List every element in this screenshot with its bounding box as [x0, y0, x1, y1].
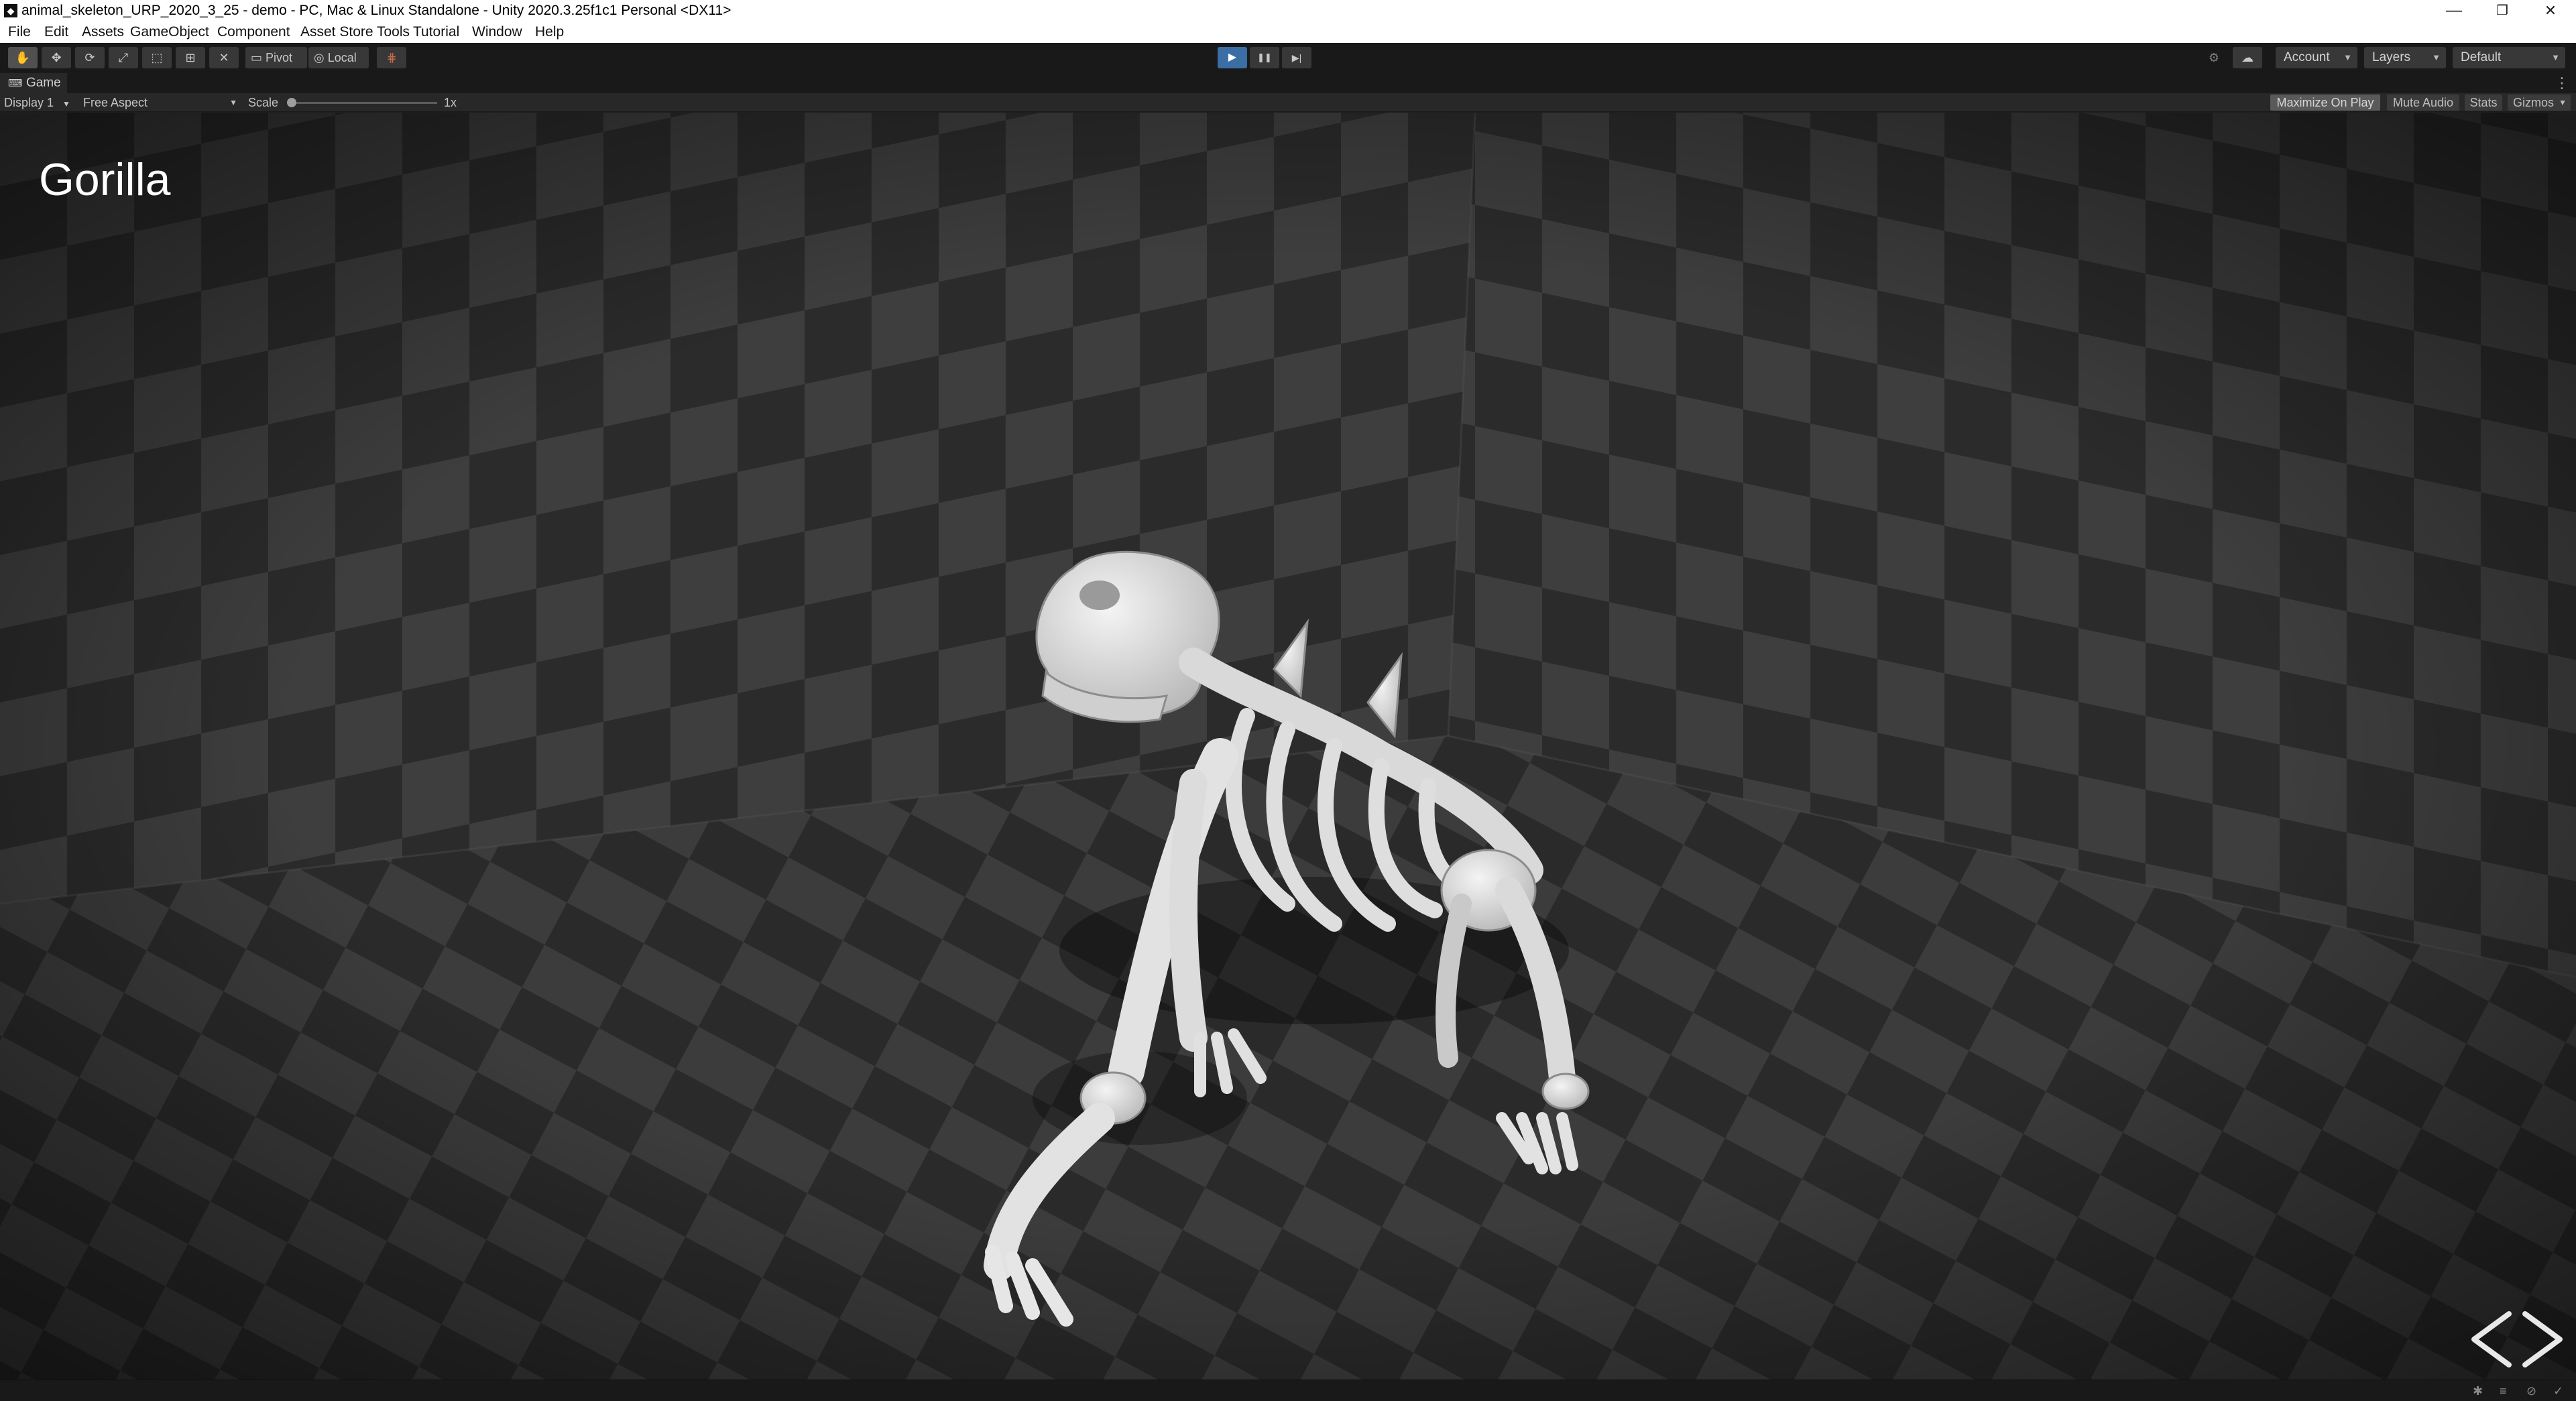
unity-app-icon: ◆ — [4, 4, 17, 17]
window-title-bar: ◆ animal_skeleton_URP_2020_3_25 - demo -… — [0, 0, 2576, 21]
scale-slider-track[interactable] — [290, 102, 437, 104]
step-button[interactable]: ▶| — [1282, 47, 1311, 68]
scale-label: Scale — [248, 96, 279, 109]
display-dropdown[interactable]: Display 1 ▼ — [4, 95, 78, 111]
layers-dropdown[interactable]: Layers ▼ — [2364, 47, 2446, 68]
pivot-icon: ▭ — [251, 51, 263, 64]
aspect-dropdown[interactable]: Free Aspect ▼ — [83, 95, 237, 111]
bug-icon[interactable]: ✱ — [2473, 1384, 2486, 1398]
menu-edit[interactable]: Edit — [44, 24, 68, 40]
mute-audio-toggle[interactable]: Mute Audio — [2387, 95, 2459, 111]
play-button[interactable]: ▶ — [1218, 47, 1247, 68]
chevron-down-icon: ▼ — [229, 98, 237, 107]
gizmos-label: Gizmos — [2513, 96, 2555, 109]
layout-dropdown[interactable]: Default ▼ — [2453, 47, 2565, 68]
stats-toggle[interactable]: Stats — [2465, 95, 2502, 111]
chevron-down-icon: ▼ — [2432, 52, 2441, 62]
main-toolbar: ✋ ✥ ⟳ ⤢ ⬚ ⊞ ✕ ▭ Pivot ◎ Local ⋕ ▶ ❚❚ ▶| … — [0, 43, 2576, 72]
minimize-button[interactable]: — — [2434, 0, 2474, 21]
collab-icon[interactable]: ⚙ — [2199, 47, 2229, 68]
window-title: animal_skeleton_URP_2020_3_25 - demo - P… — [21, 3, 731, 18]
aspect-label: Free Aspect — [83, 96, 148, 109]
tab-game-label: Game — [25, 76, 61, 90]
close-button[interactable]: ✕ — [2530, 0, 2571, 21]
game-controller-icon: ⌨ — [8, 78, 23, 89]
rotate-tool-icon[interactable]: ⟳ — [75, 47, 105, 68]
local-icon: ◎ — [314, 51, 325, 64]
grid-snap-icon[interactable]: ⋕ — [377, 47, 406, 68]
scale-slider-thumb[interactable] — [287, 98, 296, 107]
menu-help[interactable]: Help — [535, 24, 564, 40]
local-toggle[interactable]: ◎ Local — [308, 47, 369, 68]
pause-button[interactable]: ❚❚ — [1250, 47, 1279, 68]
tab-game[interactable]: ⌨ Game — [0, 73, 67, 93]
gizmos-dropdown[interactable]: Gizmos ▼ — [2508, 95, 2571, 111]
game-viewport[interactable]: Gorilla — [0, 113, 2576, 1380]
tab-menu-icon[interactable]: ⋮ — [2555, 73, 2569, 93]
account-dropdown[interactable]: Account ▼ — [2276, 47, 2357, 68]
transform-tool-icon[interactable]: ⊞ — [176, 47, 205, 68]
rect-tool-icon[interactable]: ⬚ — [142, 47, 172, 68]
scene-render — [0, 113, 2576, 1380]
pivot-toggle[interactable]: ▭ Pivot — [245, 47, 307, 68]
menu-gameobject[interactable]: GameObject — [130, 24, 209, 40]
menu-file[interactable]: File — [8, 24, 31, 40]
custom-tool-icon[interactable]: ✕ — [209, 47, 239, 68]
animal-name-title: Gorilla — [39, 154, 171, 205]
local-label: Local — [327, 51, 357, 64]
check-icon[interactable]: ✓ — [2553, 1384, 2567, 1398]
game-view-toolbar: Display 1 ▼ Free Aspect ▼ Scale 1x Maxim… — [0, 93, 2576, 112]
chevron-down-icon: ▼ — [2559, 98, 2567, 107]
chevron-down-icon: ▼ — [2551, 52, 2560, 62]
cloud-icon[interactable]: ☁ — [2233, 47, 2262, 68]
scale-tool-icon[interactable]: ⤢ — [109, 47, 138, 68]
hand-tool-icon[interactable]: ✋ — [8, 47, 38, 68]
menu-component[interactable]: Component — [217, 24, 290, 40]
layout-label: Default — [2461, 50, 2502, 64]
layers-icon[interactable]: ≡ — [2500, 1384, 2513, 1398]
pivot-label: Pivot — [266, 51, 293, 64]
scale-value: 1x — [444, 96, 457, 109]
display-label: Display 1 — [4, 96, 54, 109]
menu-bar: File Edit Assets GameObject Component As… — [0, 21, 2576, 43]
layers-label: Layers — [2372, 50, 2411, 64]
status-bar: ✱ ≡ ⊘ ✓ — [0, 1380, 2576, 1401]
menu-assets[interactable]: Assets — [82, 24, 124, 40]
menu-asset-store-tools[interactable]: Asset Store Tools — [300, 24, 410, 40]
account-label: Account — [2284, 50, 2330, 64]
menu-window[interactable]: Window — [472, 24, 522, 40]
no-entry-icon[interactable]: ⊘ — [2526, 1384, 2540, 1398]
maximize-on-play-toggle[interactable]: Maximize On Play — [2270, 95, 2380, 111]
chevron-down-icon: ▼ — [62, 99, 70, 109]
window-tab-bar: ⌨ Game ⋮ — [0, 73, 2576, 93]
menu-tutorial[interactable]: Tutorial — [413, 24, 459, 40]
restore-button[interactable]: ❐ — [2482, 0, 2522, 21]
chevron-down-icon: ▼ — [2343, 52, 2352, 62]
move-tool-icon[interactable]: ✥ — [42, 47, 71, 68]
